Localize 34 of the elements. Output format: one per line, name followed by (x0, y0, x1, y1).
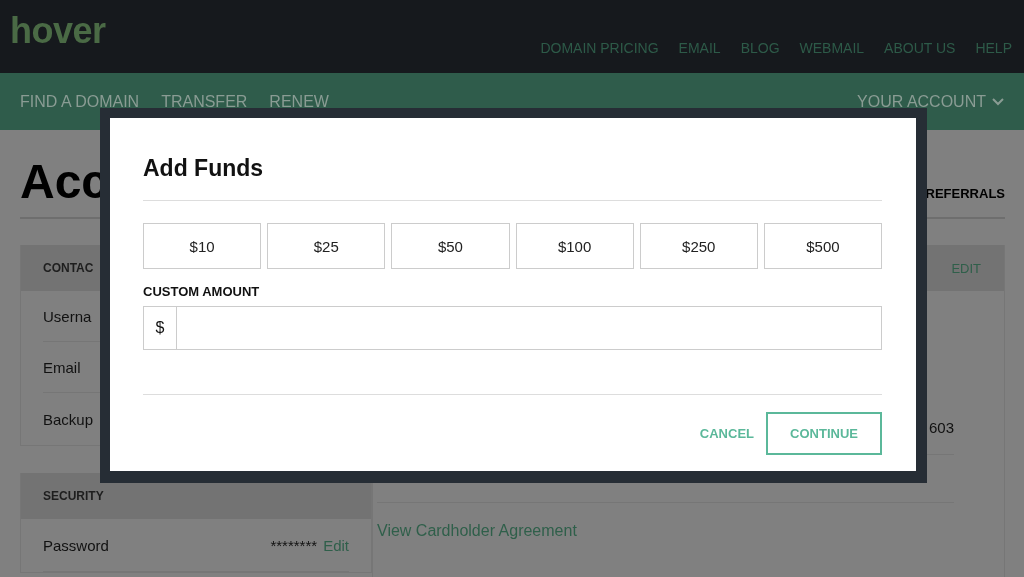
nav-link[interactable]: DOMAIN PRICING (540, 40, 659, 56)
account-menu[interactable]: YOUR ACCOUNT (857, 92, 1004, 111)
nav-item[interactable]: TRANSFER (161, 92, 248, 111)
cardholder-agreement-link[interactable]: View Cardholder Agreement (377, 521, 577, 540)
amount-button[interactable]: $500 (763, 223, 883, 269)
nav-link[interactable]: WEBMAIL (799, 40, 865, 56)
amount-button[interactable]: $10 (143, 223, 262, 269)
field-label: Password (43, 536, 109, 554)
amount-button[interactable]: $50 (391, 223, 510, 269)
amount-button[interactable]: $250 (639, 223, 758, 269)
nav-item[interactable]: RENEW (269, 92, 329, 111)
edit-link[interactable]: Edit (323, 536, 349, 554)
field-label: Backup (43, 410, 94, 428)
continue-button[interactable]: CONTINUE (766, 412, 882, 455)
logo[interactable]: hover (10, 10, 106, 52)
nav-link[interactable]: ABOUT US (884, 40, 956, 56)
amount-button[interactable]: $100 (515, 223, 634, 269)
edit-link[interactable]: EDIT (951, 260, 981, 276)
nav-link[interactable]: HELP (975, 40, 1012, 56)
field-label: Email (43, 358, 81, 376)
amount-button[interactable]: $25 (267, 223, 386, 269)
dialog-title: Add Funds (143, 118, 882, 201)
panel-heading: SECURITY (43, 489, 104, 503)
nav-link[interactable]: EMAIL (678, 40, 721, 56)
panel-heading: CONTAC (43, 261, 94, 275)
referrals-tab[interactable]: REFERRALS (925, 186, 1005, 201)
nav-item[interactable]: FIND A DOMAIN (20, 92, 140, 111)
field-label: Userna (43, 307, 92, 325)
custom-amount-label: CUSTOM AMOUNT (143, 284, 261, 299)
chevron-down-icon (992, 97, 1004, 106)
nav-link[interactable]: BLOG (740, 40, 780, 56)
password-value: ******** (270, 536, 318, 554)
field-value: 603 (928, 419, 954, 436)
cancel-button[interactable]: CANCEL (699, 426, 754, 441)
